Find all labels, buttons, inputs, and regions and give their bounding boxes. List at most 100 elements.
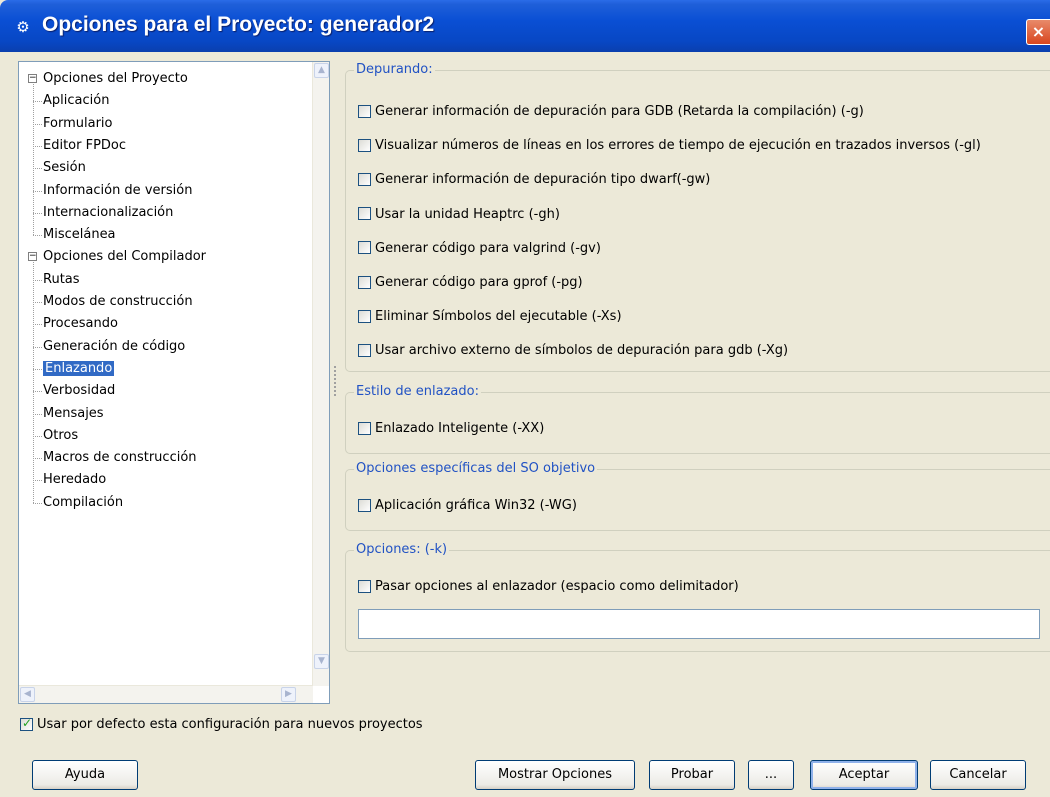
option-checkbox[interactable] [358,498,371,512]
tree-item-label: Macros de construcción [43,450,197,466]
option-checkbox[interactable] [358,421,371,435]
option-row[interactable]: Usar archivo externo de símbolos de depu… [358,340,788,362]
horizontal-scrollbar[interactable]: ◀ ▶ [19,685,313,703]
option-label: Generar código para gprof (-pg) [375,275,583,290]
tree-group-label: Opciones del Compilador [43,249,207,265]
tree-connector [33,413,42,415]
option-row[interactable]: Generar información de depuración para G… [358,101,864,123]
option-row[interactable]: Aplicación gráfica Win32 (-WG) [358,495,577,517]
tree-item-label: Editor FPDoc [43,137,127,153]
tree-item[interactable]: Compilación [43,492,123,514]
option-row[interactable]: Usar la unidad Heaptrc (-gh) [358,204,560,226]
option-label: Generar código para valgrind (-gv) [375,240,601,256]
show-options-button[interactable]: Mostrar Opciones [475,760,635,790]
tree-item[interactable]: Editor FPDoc [43,135,126,157]
tree-item[interactable]: Rutas [43,269,80,291]
tree-item[interactable]: Formulario [43,113,112,135]
option-label: Visualizar números de líneas en los erro… [375,138,981,154]
tree-item-label: Aplicación [43,93,110,109]
tree-connector [33,279,42,281]
tree-item[interactable]: Heredado [43,469,106,491]
option-checkbox[interactable] [358,172,371,186]
group-estilo-enlazado: Estilo de enlazado: Enlazado Inteligente… [345,383,1050,454]
collapse-toggle-icon[interactable]: − [28,252,37,262]
close-icon: × [1031,22,1046,41]
scroll-down-icon[interactable]: ▼ [314,654,329,669]
window-title: Opciones para el Proyecto: generador2 [42,13,435,36]
options-tree[interactable]: − Opciones del Proyecto Aplicación Formular… [18,61,330,704]
tree-item[interactable]: Modos de construcción [43,291,193,313]
tree-item-label: Formulario [43,115,113,131]
tree-item[interactable]: Macros de construcción [43,447,197,469]
tree-item-label: Compilación [43,494,124,510]
tree-item-label: Modos de construcción [43,294,193,309]
option-row[interactable]: Eliminar Símbolos del ejecutable (-Xs) [358,306,622,328]
option-row[interactable]: Generar código para valgrind (-gv) [358,238,601,260]
option-checkbox[interactable] [358,579,371,593]
scroll-up-icon[interactable]: ▲ [314,63,329,78]
tree-item[interactable]: Generación de código [43,336,185,358]
tree-connector [33,302,42,303]
tree-connector [33,262,34,503]
default-config-checkbox[interactable] [20,716,33,731]
option-row[interactable]: Visualizar números de líneas en los erro… [358,135,981,157]
scroll-right-icon[interactable]: ▶ [281,687,296,702]
tree-item[interactable]: Miscelánea [43,224,116,246]
tree-connector [33,145,42,147]
tree-group-0[interactable]: Opciones del Proyecto [43,68,188,90]
tree-item-label: Verbosidad [43,383,116,399]
tree-connector [33,324,42,326]
option-checkbox[interactable] [358,138,371,152]
option-checkbox[interactable] [358,309,371,323]
option-row[interactable]: Pasar opciones al enlazador (espacio com… [358,576,739,598]
option-checkbox[interactable] [358,275,371,289]
linker-options-input[interactable] [358,609,1040,639]
default-config-row[interactable]: Usar por defecto esta configuración para… [20,714,423,736]
test-button[interactable]: Probar [649,760,735,790]
option-label: Eliminar Símbolos del ejecutable (-Xs) [375,309,622,325]
close-button[interactable]: × [1026,19,1050,45]
option-checkbox[interactable] [358,104,371,118]
tree-item[interactable]: Enlazando [43,358,115,380]
scroll-left-icon[interactable]: ◀ [20,687,35,702]
tree-item[interactable]: Mensajes [43,403,104,425]
option-row[interactable]: Generar información de depuración tipo d… [358,169,710,191]
tree-item[interactable]: Verbosidad [43,380,115,402]
tree-item-label: Enlazando [43,360,115,376]
option-checkbox[interactable] [358,343,371,357]
accept-button[interactable]: Aceptar [810,760,918,790]
tree-connector [33,368,42,370]
option-row[interactable]: Enlazado Inteligente (-XX) [358,418,544,440]
tree-item-label: Sesión [43,160,86,176]
tree-item[interactable]: Información de versión [43,180,192,202]
tree-connector [33,101,42,103]
tree-item-label: Generación de código [43,338,186,354]
tree-connector [33,190,42,192]
cancel-button[interactable]: Cancelar [930,760,1026,790]
tree-item[interactable]: Internacionalización [43,202,173,224]
group-legend: Opciones específicas del SO objetivo [354,460,598,478]
tree-item[interactable]: Aplicación [43,90,109,112]
option-row[interactable]: Generar código para gprof (-pg) [358,272,583,294]
option-label: Generar información de depuración para G… [375,104,864,119]
collapse-toggle-icon[interactable]: − [28,74,37,83]
help-button[interactable]: Ayuda [32,760,138,790]
default-config-label: Usar por defecto esta configuración para… [37,717,423,732]
title-bar: ⚙ Opciones para el Proyecto: generador2 … [0,0,1050,52]
tree-connector [33,458,42,460]
option-checkbox[interactable] [358,241,371,255]
tree-connector [33,168,42,170]
gear-icon: ⚙ [16,18,30,36]
option-checkbox[interactable] [358,207,371,221]
option-label: Generar información de depuración tipo d… [375,172,711,188]
tree-item[interactable]: Procesando [43,313,118,335]
tree-group-1[interactable]: Opciones del Compilador [43,246,206,268]
more-button[interactable]: ... [748,760,794,790]
tree-connector [33,84,34,236]
tree-item-label: Internacionalización [43,204,174,220]
tree-item[interactable]: Otros [43,425,78,447]
tree-connector [33,502,42,504]
vertical-scrollbar[interactable]: ▲ ▼ [312,62,329,686]
tree-item[interactable]: Sesión [43,157,86,179]
splitter-handle[interactable] [334,366,336,396]
